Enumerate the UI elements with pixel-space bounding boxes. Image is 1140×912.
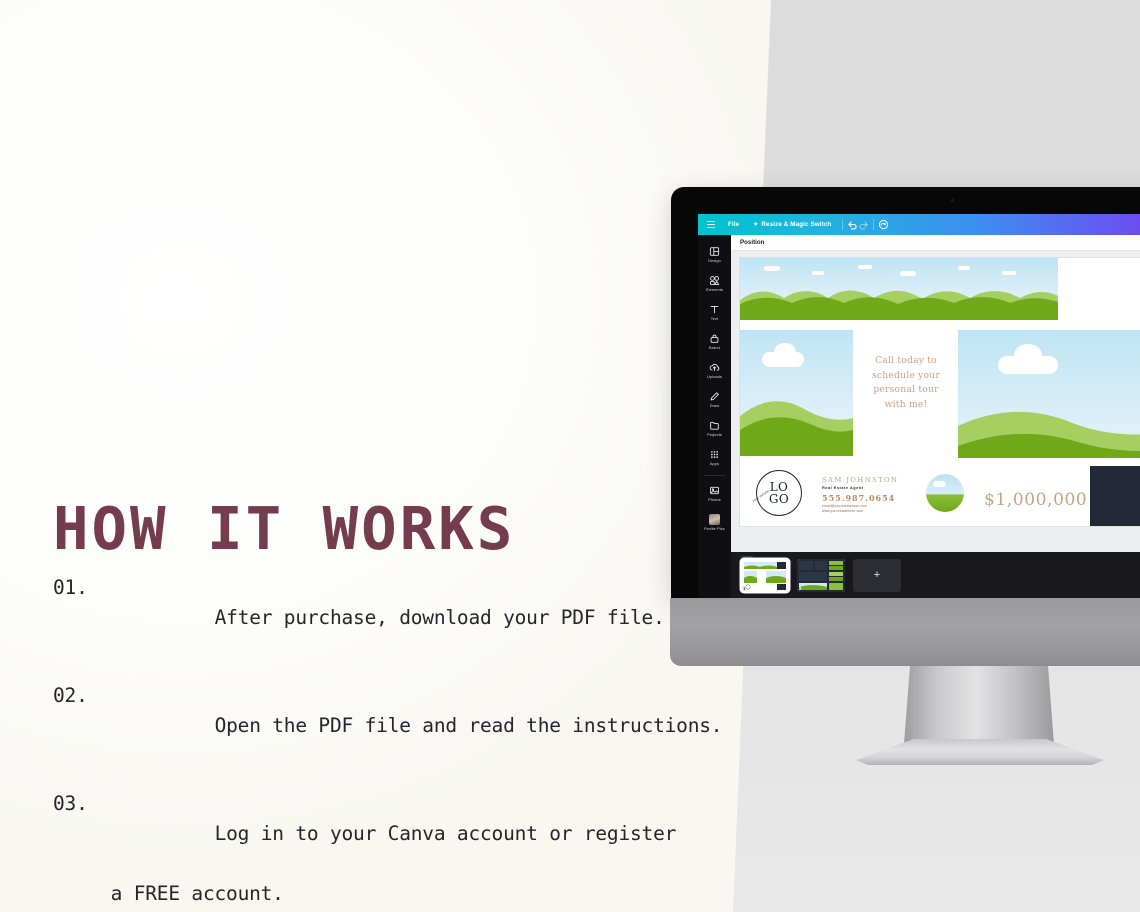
imac-monitor: File ✦ Resize & Magic Switch BRE_DM_Prop xyxy=(670,187,1140,765)
webcam-icon xyxy=(951,199,954,202)
file-menu-label: File xyxy=(728,221,740,228)
monitor-chin xyxy=(670,598,1140,666)
sidebar-item-brand[interactable]: Brand xyxy=(698,327,731,356)
sidebar-item-label: Apps xyxy=(709,461,720,467)
monitor-stand-neck xyxy=(904,666,1054,744)
sidebar-item-label: Text xyxy=(710,316,719,322)
price-text: $1,000,000 xyxy=(984,490,1088,510)
sparkle-icon: ✦ xyxy=(753,221,759,228)
page-title: HOW IT WORKS xyxy=(53,494,516,563)
step-number: 03. xyxy=(53,792,88,815)
divider xyxy=(704,475,725,476)
step-text: Open the PDF file and read the instructi… xyxy=(203,714,723,737)
sidebar-item-profile-pics[interactable]: Profile Pics xyxy=(698,508,731,537)
canva-body: Design Elements Text Brand Uploads Draw … xyxy=(698,235,1140,598)
agent-role: Real Estate Agent xyxy=(822,484,864,490)
cta-line: schedule your xyxy=(872,369,940,381)
agent-website: www.yourestatehere.com xyxy=(822,509,864,514)
sidebar-item-uploads[interactable]: Uploads xyxy=(698,356,731,385)
agent-email: email@yourestatehere.com xyxy=(822,503,868,508)
projects-icon xyxy=(709,420,720,431)
canva-canvas-area[interactable]: 123 Boundry St, Dallas, TX xyxy=(731,251,1140,598)
divider xyxy=(842,219,844,230)
sidebar-item-label: Draw xyxy=(709,403,720,409)
design-icon xyxy=(709,246,720,257)
page-number: 2 xyxy=(799,585,802,591)
brand-icon xyxy=(709,333,720,344)
sidebar-item-photos[interactable]: Photos xyxy=(698,479,731,508)
cta-line: personal tour xyxy=(873,384,939,395)
hamburger-icon[interactable] xyxy=(705,220,721,229)
step-text: After purchase, download your PDF file. xyxy=(203,606,665,629)
position-button[interactable]: Position xyxy=(740,239,764,246)
photos-icon xyxy=(709,485,720,496)
agent-phone: 555.987.0654 xyxy=(822,492,896,503)
left-scenery-panel xyxy=(740,330,853,456)
sidebar-item-label: Projects xyxy=(707,432,722,438)
sidebar-item-label: Elements xyxy=(705,287,724,293)
sidebar-item-label: Profile Pics xyxy=(704,526,725,532)
hills-graphic xyxy=(740,290,1058,320)
cta-line: with me! xyxy=(884,398,928,410)
cloud-icon xyxy=(933,481,946,487)
design-footer: LO GO real estate SAM JOHNSTON Real Esta… xyxy=(740,458,1140,526)
sidebar-item-apps[interactable]: Apps xyxy=(698,443,731,472)
add-page-button[interactable]: + xyxy=(853,558,901,592)
canva-main: Position Call today to schedule your per… xyxy=(731,235,1140,598)
logo-bottom: GO xyxy=(768,492,790,506)
instructions-block: HOW IT WORKS 01. After purchase, downloa… xyxy=(53,494,723,912)
step-text-cont: a FREE account. xyxy=(110,882,284,905)
resize-label: Resize & Magic Switch xyxy=(761,221,832,228)
page-thumbnail-bar: 1 2 + xyxy=(731,552,1140,598)
step-text: Log in to your Canva account or register xyxy=(203,822,677,845)
sidebar-item-text[interactable]: Text xyxy=(698,298,731,327)
footer-navy-block xyxy=(1090,466,1140,526)
sidebar-item-design[interactable]: Design xyxy=(698,240,731,269)
poster-canvas: HOW IT WORKS 01. After purchase, downloa… xyxy=(0,0,1140,912)
sidebar-item-label: Uploads xyxy=(707,374,722,380)
divider xyxy=(873,219,875,230)
list-item: 02. Open the PDF file and read the instr… xyxy=(53,681,723,771)
cta-line: Call today to xyxy=(875,355,937,366)
sidebar-item-elements[interactable]: Elements xyxy=(698,269,731,298)
profile-pics-icon xyxy=(709,513,720,525)
sidebar-item-projects[interactable]: Projects xyxy=(698,414,731,443)
agent-contact-block: SAM JOHNSTON Real Estate Agent 555.987.0… xyxy=(822,476,916,514)
draw-icon xyxy=(709,391,720,402)
text-icon xyxy=(709,304,720,315)
agent-name: SAM JOHNSTON xyxy=(822,475,899,484)
canva-app-screen: File ✦ Resize & Magic Switch BRE_DM_Prop xyxy=(698,214,1140,598)
resize-magic-switch-button[interactable]: ✦ Resize & Magic Switch xyxy=(746,221,838,228)
canva-top-bar: File ✦ Resize & Magic Switch BRE_DM_Prop xyxy=(698,214,1140,235)
list-item: 01. After purchase, download your PDF fi… xyxy=(53,573,703,663)
step-number: 01. xyxy=(53,576,88,599)
hills-graphic xyxy=(740,401,853,456)
file-menu-button[interactable]: File xyxy=(721,221,746,228)
design-artwork[interactable]: 123 Boundry St, Dallas, TX xyxy=(740,258,1140,526)
sidebar-item-draw[interactable]: Draw xyxy=(698,385,731,414)
canva-toolbar: Position xyxy=(731,235,1140,251)
apps-icon xyxy=(709,449,720,460)
page-thumbnail-1[interactable]: 1 xyxy=(741,558,789,592)
sidebar-item-label: Photos xyxy=(708,497,721,503)
canva-sidebar: Design Elements Text Brand Uploads Draw … xyxy=(698,235,731,598)
elements-icon xyxy=(709,275,720,286)
page-thumbnail-2[interactable]: 2 xyxy=(797,558,845,592)
uploads-icon xyxy=(709,362,720,373)
redo-icon[interactable] xyxy=(858,219,869,230)
sidebar-item-label: Brand xyxy=(709,345,720,351)
cloud-sync-icon[interactable] xyxy=(878,219,889,230)
sidebar-item-label: Design xyxy=(708,258,721,264)
step-number: 02. xyxy=(53,684,88,707)
cta-text: Call today to schedule your personal tou… xyxy=(858,354,954,412)
undo-icon[interactable] xyxy=(847,219,858,230)
steps-list: 01. After purchase, download your PDF fi… xyxy=(53,573,723,912)
page-number: 1 xyxy=(743,585,746,591)
agent-photo xyxy=(926,474,964,512)
plus-icon: + xyxy=(873,569,881,581)
top-scenery-band xyxy=(740,258,1058,320)
list-item: 03. Log in to your Canva account or regi… xyxy=(53,789,703,912)
